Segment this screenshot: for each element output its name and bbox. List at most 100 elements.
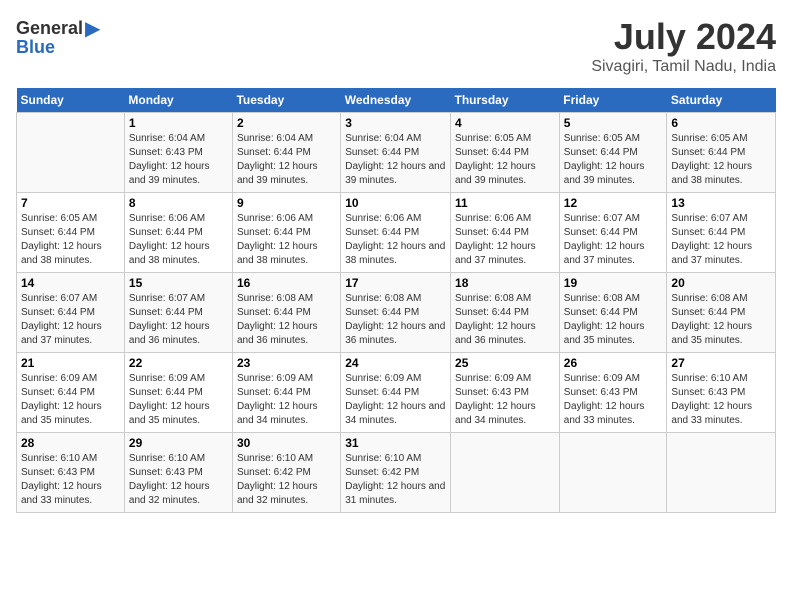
table-row: 31 Sunrise: 6:10 AMSunset: 6:42 PMDayligh…: [341, 433, 451, 513]
col-sunday: Sunday: [17, 88, 125, 113]
col-friday: Friday: [559, 88, 667, 113]
day-info: Sunrise: 6:04 AMSunset: 6:44 PMDaylight:…: [345, 132, 446, 188]
day-number: 20: [671, 276, 771, 290]
table-row: 17 Sunrise: 6:08 AMSunset: 6:44 PMDayligh…: [341, 273, 451, 353]
table-row: 7 Sunrise: 6:05 AMSunset: 6:44 PMDaylight…: [17, 193, 125, 273]
table-row: 22 Sunrise: 6:09 AMSunset: 6:44 PMDayligh…: [124, 353, 232, 433]
day-number: 16: [237, 276, 336, 290]
day-number: 12: [564, 196, 663, 210]
col-thursday: Thursday: [451, 88, 560, 113]
table-row: 18Sunrise: 6:08 AMSunset: 6:44 PMDayligh…: [451, 273, 560, 353]
day-number: 6: [671, 116, 771, 130]
day-number: 22: [129, 356, 228, 370]
day-number: 17: [345, 276, 446, 290]
day-info: Sunrise: 6:06 AMSunset: 6:44 PMDaylight:…: [237, 212, 336, 268]
day-info: Sunrise: 6:08 AMSunset: 6:44 PMDaylight:…: [345, 292, 446, 348]
table-row: 13 Sunrise: 6:07 AMSunset: 6:44 PMDayligh…: [667, 193, 776, 273]
day-number: 21: [21, 356, 120, 370]
table-row: [667, 433, 776, 513]
table-row: [451, 433, 560, 513]
table-row: 1Sunrise: 6:04 AMSunset: 6:43 PMDaylight…: [124, 113, 232, 193]
day-number: 13: [671, 196, 771, 210]
table-row: 10 Sunrise: 6:06 AMSunset: 6:44 PMDayligh…: [341, 193, 451, 273]
day-info: Sunrise: 6:06 AMSunset: 6:44 PMDaylight:…: [129, 212, 228, 268]
day-info: Sunrise: 6:06 AMSunset: 6:44 PMDaylight:…: [345, 212, 446, 268]
day-number: 23: [237, 356, 336, 370]
day-number: 15: [129, 276, 228, 290]
day-info: Sunrise: 6:10 AMSunset: 6:43 PMDaylight:…: [129, 452, 228, 508]
day-number: 8: [129, 196, 228, 210]
day-number: 26: [564, 356, 663, 370]
day-info: Sunrise: 6:10 AMSunset: 6:43 PMDaylight:…: [21, 452, 120, 508]
day-number: 14: [21, 276, 120, 290]
day-info: Sunrise: 6:09 AMSunset: 6:44 PMDaylight:…: [21, 372, 120, 428]
day-number: 29: [129, 436, 228, 450]
table-row: 20 Sunrise: 6:08 AMSunset: 6:44 PMDayligh…: [667, 273, 776, 353]
table-row: 8 Sunrise: 6:06 AMSunset: 6:44 PMDaylight…: [124, 193, 232, 273]
table-row: 30Sunrise: 6:10 AMSunset: 6:42 PMDayligh…: [232, 433, 340, 513]
table-row: 27 Sunrise: 6:10 AMSunset: 6:43 PMDayligh…: [667, 353, 776, 433]
calendar-header-row: Sunday Monday Tuesday Wednesday Thursday…: [17, 88, 776, 113]
table-row: 5 Sunrise: 6:05 AMSunset: 6:44 PMDaylight…: [559, 113, 667, 193]
day-number: 25: [455, 356, 555, 370]
day-info: Sunrise: 6:08 AMSunset: 6:44 PMDaylight:…: [671, 292, 771, 348]
day-number: 27: [671, 356, 771, 370]
day-info: Sunrise: 6:05 AMSunset: 6:44 PMDaylight:…: [564, 132, 663, 188]
day-info: Sunrise: 6:04 AMSunset: 6:43 PMDaylight:…: [129, 132, 228, 188]
table-row: 3 Sunrise: 6:04 AMSunset: 6:44 PMDaylight…: [341, 113, 451, 193]
table-row: 15Sunrise: 6:07 AMSunset: 6:44 PMDayligh…: [124, 273, 232, 353]
calendar-week-row: 7 Sunrise: 6:05 AMSunset: 6:44 PMDaylight…: [17, 193, 776, 273]
logo-text-general: General: [16, 18, 83, 39]
table-row: 23 Sunrise: 6:09 AMSunset: 6:44 PMDayligh…: [232, 353, 340, 433]
day-number: 31: [345, 436, 446, 450]
day-info: Sunrise: 6:08 AMSunset: 6:44 PMDaylight:…: [564, 292, 663, 348]
calendar-week-row: 21 Sunrise: 6:09 AMSunset: 6:44 PMDayligh…: [17, 353, 776, 433]
table-row: 26Sunrise: 6:09 AMSunset: 6:43 PMDayligh…: [559, 353, 667, 433]
day-info: Sunrise: 6:05 AMSunset: 6:44 PMDaylight:…: [455, 132, 555, 188]
day-info: Sunrise: 6:07 AMSunset: 6:44 PMDaylight:…: [671, 212, 771, 268]
table-row: 28 Sunrise: 6:10 AMSunset: 6:43 PMDayligh…: [17, 433, 125, 513]
table-row: 24 Sunrise: 6:09 AMSunset: 6:44 PMDayligh…: [341, 353, 451, 433]
day-info: Sunrise: 6:08 AMSunset: 6:44 PMDaylight:…: [237, 292, 336, 348]
logo: General ▶ Blue: [16, 16, 100, 58]
day-number: 3: [345, 116, 446, 130]
col-wednesday: Wednesday: [341, 88, 451, 113]
day-info: Sunrise: 6:10 AMSunset: 6:42 PMDaylight:…: [345, 452, 446, 508]
table-row: 21 Sunrise: 6:09 AMSunset: 6:44 PMDayligh…: [17, 353, 125, 433]
logo-text-blue: Blue: [16, 37, 55, 58]
header: General ▶ Blue July 2024 Sivagiri, Tamil…: [16, 16, 776, 76]
month-year-title: July 2024: [591, 16, 776, 58]
table-row: 12 Sunrise: 6:07 AMSunset: 6:44 PMDayligh…: [559, 193, 667, 273]
day-info: Sunrise: 6:09 AMSunset: 6:44 PMDaylight:…: [345, 372, 446, 428]
day-info: Sunrise: 6:04 AMSunset: 6:44 PMDaylight:…: [237, 132, 336, 188]
day-number: 19: [564, 276, 663, 290]
day-number: 5: [564, 116, 663, 130]
table-row: 2 Sunrise: 6:04 AMSunset: 6:44 PMDaylight…: [232, 113, 340, 193]
calendar-week-row: 28 Sunrise: 6:10 AMSunset: 6:43 PMDayligh…: [17, 433, 776, 513]
day-number: 9: [237, 196, 336, 210]
table-row: 16 Sunrise: 6:08 AMSunset: 6:44 PMDayligh…: [232, 273, 340, 353]
calendar-week-row: 14Sunrise: 6:07 AMSunset: 6:44 PMDayligh…: [17, 273, 776, 353]
table-row: 25 Sunrise: 6:09 AMSunset: 6:43 PMDayligh…: [451, 353, 560, 433]
day-number: 18: [455, 276, 555, 290]
day-number: 11: [455, 196, 555, 210]
table-row: 4 Sunrise: 6:05 AMSunset: 6:44 PMDaylight…: [451, 113, 560, 193]
day-info: Sunrise: 6:09 AMSunset: 6:44 PMDaylight:…: [129, 372, 228, 428]
day-info: Sunrise: 6:10 AMSunset: 6:43 PMDaylight:…: [671, 372, 771, 428]
col-monday: Monday: [124, 88, 232, 113]
logo-bird-icon: ▶: [85, 16, 100, 41]
day-number: 24: [345, 356, 446, 370]
day-number: 4: [455, 116, 555, 130]
day-info: Sunrise: 6:09 AMSunset: 6:43 PMDaylight:…: [455, 372, 555, 428]
day-info: Sunrise: 6:09 AMSunset: 6:44 PMDaylight:…: [237, 372, 336, 428]
table-row: 6Sunrise: 6:05 AMSunset: 6:44 PMDaylight…: [667, 113, 776, 193]
table-row: 9 Sunrise: 6:06 AMSunset: 6:44 PMDaylight…: [232, 193, 340, 273]
day-info: Sunrise: 6:05 AMSunset: 6:44 PMDaylight:…: [21, 212, 120, 268]
day-number: 28: [21, 436, 120, 450]
day-info: Sunrise: 6:07 AMSunset: 6:44 PMDaylight:…: [564, 212, 663, 268]
day-number: 2: [237, 116, 336, 130]
title-section: July 2024 Sivagiri, Tamil Nadu, India: [591, 16, 776, 76]
day-info: Sunrise: 6:10 AMSunset: 6:42 PMDaylight:…: [237, 452, 336, 508]
day-number: 10: [345, 196, 446, 210]
day-number: 7: [21, 196, 120, 210]
